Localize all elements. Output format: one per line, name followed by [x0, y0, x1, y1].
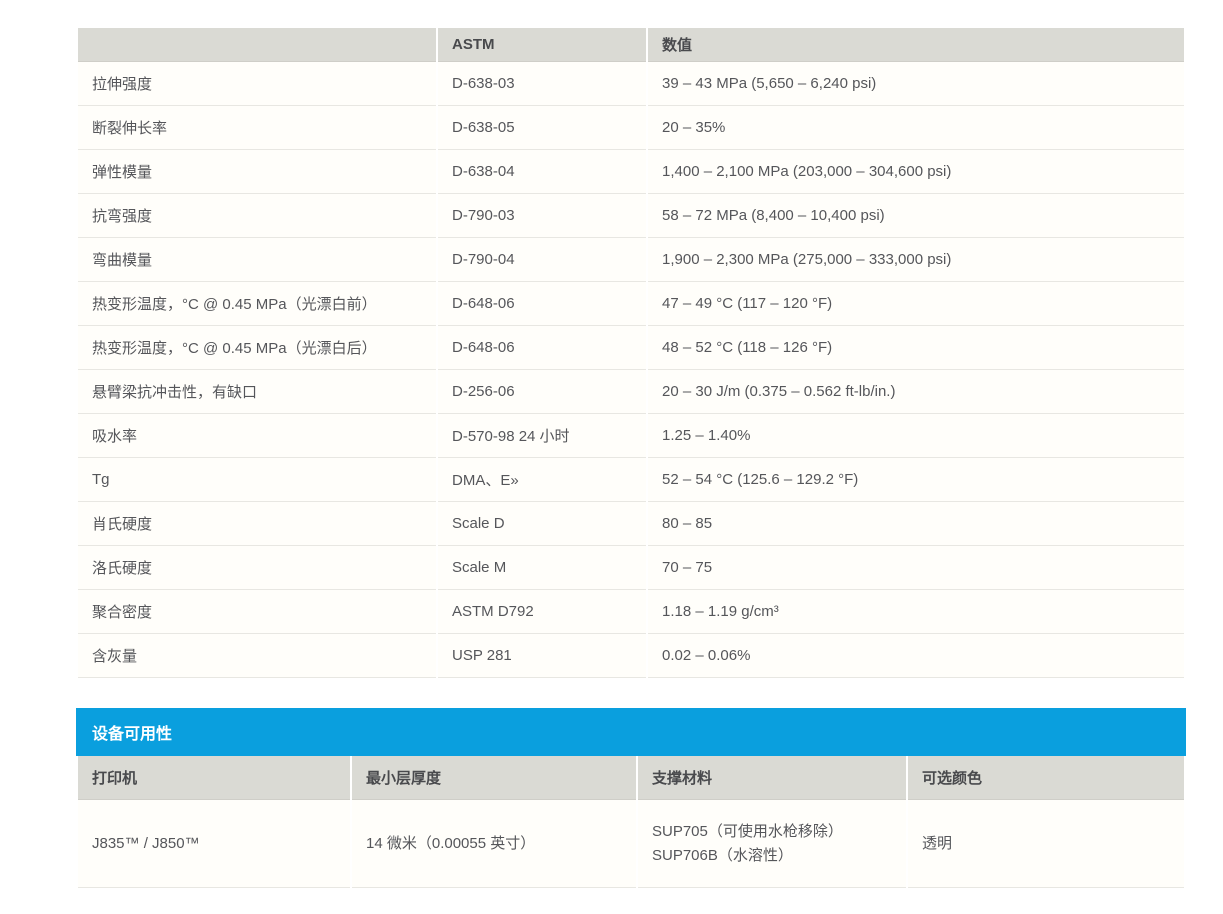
astm-cell: D-648-06	[438, 282, 646, 326]
table-row: 断裂伸长率D-638-0520 – 35%	[78, 106, 1184, 150]
availability-table-body: J835™ / J850™14 微米（0.00055 英寸）SUP705（可使用…	[78, 800, 1184, 888]
astm-column-header: ASTM	[438, 28, 646, 62]
availability-header-row: 打印机 最小层厚度 支撑材料 可选颜色	[78, 756, 1184, 800]
table-row: 弯曲模量D-790-041,900 – 2,300 MPa (275,000 –…	[78, 238, 1184, 282]
value-cell: 80 – 85	[648, 502, 1184, 546]
table-row: TgDMA、E»52 – 54 °C (125.6 – 129.2 °F)	[78, 458, 1184, 502]
astm-cell: D-638-03	[438, 62, 646, 106]
property-name-cell: 聚合密度	[78, 590, 436, 634]
table-row: 拉伸强度D-638-0339 – 43 MPa (5,650 – 6,240 p…	[78, 62, 1184, 106]
property-name-cell: 肖氏硬度	[78, 502, 436, 546]
value-cell: 1,400 – 2,100 MPa (203,000 – 304,600 psi…	[648, 150, 1184, 194]
property-name-cell: 洛氏硬度	[78, 546, 436, 590]
table-row: 抗弯强度D-790-0358 – 72 MPa (8,400 – 10,400 …	[78, 194, 1184, 238]
value-cell: 47 – 49 °C (117 – 120 °F)	[648, 282, 1184, 326]
colors-column-header: 可选颜色	[908, 756, 1184, 800]
table-row: 弹性模量D-638-041,400 – 2,100 MPa (203,000 –…	[78, 150, 1184, 194]
astm-cell: ASTM D792	[438, 590, 646, 634]
table-row: 含灰量USP 2810.02 – 0.06%	[78, 634, 1184, 678]
table-row: J835™ / J850™14 微米（0.00055 英寸）SUP705（可使用…	[78, 800, 1184, 888]
astm-cell: Scale M	[438, 546, 646, 590]
availability-section-header: 设备可用性	[76, 708, 1186, 756]
property-name-cell: 热变形温度，°C @ 0.45 MPa（光漂白后）	[78, 326, 436, 370]
table-row: 热变形温度，°C @ 0.45 MPa（光漂白后）D-648-0648 – 52…	[78, 326, 1184, 370]
property-name-cell: 弯曲模量	[78, 238, 436, 282]
astm-cell: DMA、E»	[438, 458, 646, 502]
equipment-availability-table: 打印机 最小层厚度 支撑材料 可选颜色 J835™ / J850™14 微米（0…	[76, 756, 1186, 888]
value-cell: 1.18 – 1.19 g/cm³	[648, 590, 1184, 634]
astm-cell: USP 281	[438, 634, 646, 678]
astm-cell: D-638-05	[438, 106, 646, 150]
astm-cell: D-790-03	[438, 194, 646, 238]
material-properties-table: ASTM 数值 拉伸强度D-638-0339 – 43 MPa (5,650 –…	[76, 28, 1186, 678]
value-cell: 0.02 – 0.06%	[648, 634, 1184, 678]
value-cell: 52 – 54 °C (125.6 – 129.2 °F)	[648, 458, 1184, 502]
value-cell: 1,900 – 2,300 MPa (275,000 – 333,000 psi…	[648, 238, 1184, 282]
value-cell: 58 – 72 MPa (8,400 – 10,400 psi)	[648, 194, 1184, 238]
datasheet-page: ASTM 数值 拉伸强度D-638-0339 – 43 MPa (5,650 –…	[76, 28, 1186, 888]
value-cell: 1.25 – 1.40%	[648, 414, 1184, 458]
property-name-cell: 拉伸强度	[78, 62, 436, 106]
printer-column-header: 打印机	[78, 756, 350, 800]
printer-cell: J835™ / J850™	[78, 800, 350, 888]
property-name-cell: 吸水率	[78, 414, 436, 458]
value-cell: 48 – 52 °C (118 – 126 °F)	[648, 326, 1184, 370]
availability-section-title: 设备可用性	[92, 720, 172, 744]
value-cell: 70 – 75	[648, 546, 1184, 590]
colors-cell: 透明	[908, 800, 1184, 888]
astm-cell: D-638-04	[438, 150, 646, 194]
table-row: 聚合密度ASTM D7921.18 – 1.19 g/cm³	[78, 590, 1184, 634]
support-material-cell: SUP705（可使用水枪移除）SUP706B（水溶性）	[638, 800, 906, 888]
astm-cell: D-256-06	[438, 370, 646, 414]
table-row: 悬臂梁抗冲击性，有缺口D-256-0620 – 30 J/m (0.375 – …	[78, 370, 1184, 414]
astm-cell: Scale D	[438, 502, 646, 546]
property-column-header	[78, 28, 436, 62]
table-row: 肖氏硬度Scale D80 – 85	[78, 502, 1184, 546]
value-cell: 20 – 30 J/m (0.375 – 0.562 ft-lb/in.)	[648, 370, 1184, 414]
property-name-cell: 弹性模量	[78, 150, 436, 194]
property-name-cell: 悬臂梁抗冲击性，有缺口	[78, 370, 436, 414]
astm-cell: D-570-98 24 小时	[438, 414, 646, 458]
astm-cell: D-648-06	[438, 326, 646, 370]
property-name-cell: Tg	[78, 458, 436, 502]
section-spacer	[76, 678, 1186, 708]
property-name-cell: 抗弯强度	[78, 194, 436, 238]
value-cell: 20 – 35%	[648, 106, 1184, 150]
value-cell: 39 – 43 MPa (5,650 – 6,240 psi)	[648, 62, 1184, 106]
property-name-cell: 断裂伸长率	[78, 106, 436, 150]
value-column-header: 数值	[648, 28, 1184, 62]
property-name-cell: 含灰量	[78, 634, 436, 678]
support-material-line: SUP705（可使用水枪移除）	[652, 820, 892, 843]
properties-header-row: ASTM 数值	[78, 28, 1184, 62]
properties-table-body: 拉伸强度D-638-0339 – 43 MPa (5,650 – 6,240 p…	[78, 62, 1184, 678]
table-row: 洛氏硬度Scale M70 – 75	[78, 546, 1184, 590]
min-layer-column-header: 最小层厚度	[352, 756, 636, 800]
support-material-column-header: 支撑材料	[638, 756, 906, 800]
table-row: 热变形温度，°C @ 0.45 MPa（光漂白前）D-648-0647 – 49…	[78, 282, 1184, 326]
min-layer-cell: 14 微米（0.00055 英寸）	[352, 800, 636, 888]
astm-cell: D-790-04	[438, 238, 646, 282]
support-material-line: SUP706B（水溶性）	[652, 844, 892, 867]
table-row: 吸水率D-570-98 24 小时1.25 – 1.40%	[78, 414, 1184, 458]
property-name-cell: 热变形温度，°C @ 0.45 MPa（光漂白前）	[78, 282, 436, 326]
